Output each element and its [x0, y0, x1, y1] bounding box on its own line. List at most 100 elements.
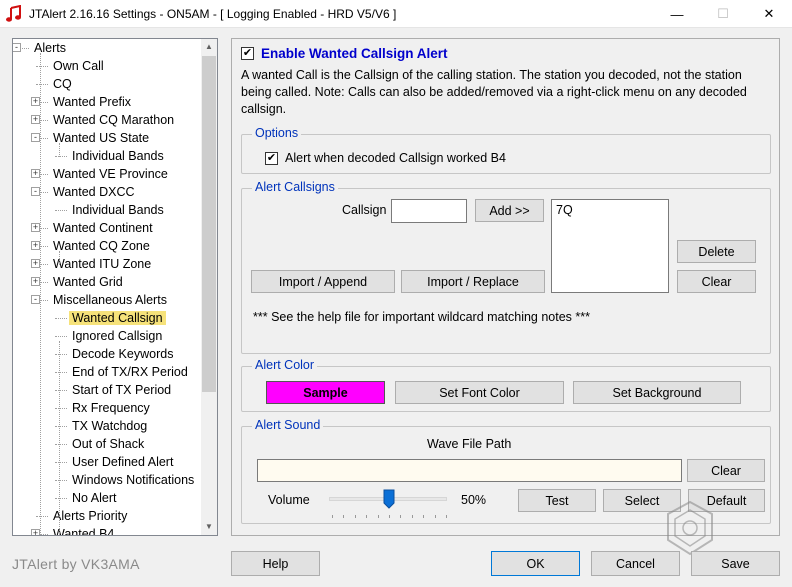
tree-item-label[interactable]: Wanted Continent — [50, 221, 156, 235]
tree-item[interactable]: Rx Frequency — [69, 399, 153, 417]
tree-item[interactable]: TX Watchdog — [69, 417, 150, 435]
tree-item-label[interactable]: Ignored Callsign — [69, 329, 165, 343]
tree-item-label[interactable]: Rx Frequency — [69, 401, 153, 415]
worked-b4-checkbox[interactable]: ✔ — [265, 151, 278, 165]
tree-item[interactable]: CQ — [50, 75, 75, 93]
tree-item-label[interactable]: Wanted DXCC — [50, 185, 138, 199]
tree-item-label[interactable]: Own Call — [50, 59, 107, 73]
callsign-list[interactable]: 7Q — [551, 199, 669, 293]
tree-item[interactable]: Out of Shack — [69, 435, 147, 453]
collapse-icon[interactable]: - — [31, 295, 40, 304]
tree-item[interactable]: Wanted DXCC — [50, 183, 138, 201]
worked-b4-label[interactable]: Alert when decoded Callsign worked B4 — [285, 151, 506, 165]
enable-alert-row[interactable]: ✔ Enable Wanted Callsign Alert — [241, 46, 448, 61]
tree-item-label[interactable]: TX Watchdog — [69, 419, 150, 433]
expand-icon[interactable]: + — [31, 259, 40, 268]
maximize-button[interactable]: ☐ — [700, 0, 746, 28]
tree-item-label[interactable]: User Defined Alert — [69, 455, 176, 469]
tree-item[interactable]: End of TX/RX Period — [69, 363, 191, 381]
tree-item[interactable]: Wanted CQ Zone — [50, 237, 153, 255]
scroll-up-icon[interactable]: ▲ — [201, 39, 217, 55]
import-replace-button[interactable]: Import / Replace — [401, 270, 545, 293]
tree-item[interactable]: Wanted VE Province — [50, 165, 171, 183]
help-button[interactable]: Help — [231, 551, 320, 576]
tree-item[interactable]: Individual Bands — [69, 147, 167, 165]
test-sound-button[interactable]: Test — [518, 489, 596, 512]
clear-sound-button[interactable]: Clear — [687, 459, 765, 482]
tree-item-label[interactable]: Wanted CQ Zone — [50, 239, 153, 253]
tree-scrollbar[interactable]: ▲ ▼ — [201, 39, 217, 535]
tree-item-label[interactable]: Windows Notifications — [69, 473, 197, 487]
wave-file-input[interactable] — [257, 459, 682, 482]
tree-item[interactable]: Individual Bands — [69, 201, 167, 219]
tree-item[interactable]: No Alert — [69, 489, 119, 507]
tree-item[interactable]: Decode Keywords — [69, 345, 176, 363]
tree-item-label[interactable]: Wanted CQ Marathon — [50, 113, 177, 127]
tree-item-label[interactable]: Wanted ITU Zone — [50, 257, 154, 271]
tree-item[interactable]: Wanted ITU Zone — [50, 255, 154, 273]
tree-item-label[interactable]: Wanted B4 — [50, 527, 117, 535]
settings-tree[interactable]: Alerts - Own Call CQ Wanted Prefix + Wanted CQ… — [12, 38, 218, 536]
cancel-button[interactable]: Cancel — [591, 551, 680, 576]
save-button[interactable]: Save — [691, 551, 780, 576]
tree-item-label[interactable]: Individual Bands — [69, 149, 167, 163]
collapse-icon[interactable]: - — [31, 187, 40, 196]
close-button[interactable]: ✕ — [746, 0, 792, 28]
tree-item-label[interactable]: Wanted Prefix — [50, 95, 134, 109]
expand-icon[interactable]: + — [31, 223, 40, 232]
set-background-button[interactable]: Set Background — [573, 381, 741, 404]
tree-item-label[interactable]: Individual Bands — [69, 203, 167, 217]
expand-icon[interactable]: + — [31, 241, 40, 250]
ok-button[interactable]: OK — [491, 551, 580, 576]
tree-item-label[interactable]: Wanted Callsign — [69, 311, 166, 325]
enable-alert-checkbox[interactable]: ✔ — [241, 47, 254, 60]
add-callsign-button[interactable]: Add >> — [475, 199, 544, 222]
tree-item[interactable]: Ignored Callsign — [69, 327, 165, 345]
tree-item[interactable]: Wanted Grid — [50, 273, 126, 291]
tree-item-label[interactable]: CQ — [50, 77, 75, 91]
import-append-button[interactable]: Import / Append — [251, 270, 395, 293]
expand-icon[interactable]: + — [31, 169, 40, 178]
tree-item-label[interactable]: End of TX/RX Period — [69, 365, 191, 379]
tree-item-label[interactable]: Miscellaneous Alerts — [50, 293, 170, 307]
tree-item-label[interactable]: Decode Keywords — [69, 347, 176, 361]
tree-item[interactable]: User Defined Alert — [69, 453, 176, 471]
set-font-color-button[interactable]: Set Font Color — [395, 381, 564, 404]
expand-icon[interactable]: + — [31, 529, 40, 535]
tree-item[interactable]: Wanted B4 — [50, 525, 117, 535]
expand-icon[interactable]: + — [31, 97, 40, 106]
tree-item-label[interactable]: Alerts — [31, 41, 69, 55]
tree-item[interactable]: Wanted Prefix — [50, 93, 134, 111]
tree-item-label[interactable]: Start of TX Period — [69, 383, 174, 397]
volume-slider-thumb[interactable] — [383, 489, 395, 509]
collapse-icon[interactable]: - — [13, 43, 21, 52]
tree-item[interactable]: Wanted Callsign — [69, 309, 166, 327]
expand-icon[interactable]: + — [31, 115, 40, 124]
scroll-down-icon[interactable]: ▼ — [201, 519, 217, 535]
volume-slider[interactable] — [329, 489, 447, 509]
tree-item-label[interactable]: Out of Shack — [69, 437, 147, 451]
list-item[interactable]: 7Q — [556, 203, 664, 217]
tree-item[interactable]: Wanted US State — [50, 129, 152, 147]
tree-item-label[interactable]: Wanted US State — [50, 131, 152, 145]
expand-icon[interactable]: + — [31, 277, 40, 286]
tree-item[interactable]: Wanted Continent — [50, 219, 156, 237]
tree-item-label[interactable]: Alerts Priority — [50, 509, 130, 523]
tree-item[interactable]: Miscellaneous Alerts — [50, 291, 170, 309]
callsign-input[interactable] — [391, 199, 467, 223]
tree-item[interactable]: Wanted CQ Marathon — [50, 111, 177, 129]
tree-item[interactable]: Alerts Priority — [50, 507, 130, 525]
scroll-thumb[interactable] — [202, 56, 216, 392]
tree-item[interactable]: Alerts — [31, 39, 69, 57]
delete-button[interactable]: Delete — [677, 240, 756, 263]
enable-alert-label[interactable]: Enable Wanted Callsign Alert — [261, 46, 448, 61]
tree-item-label[interactable]: No Alert — [69, 491, 119, 505]
tree-item[interactable]: Start of TX Period — [69, 381, 174, 399]
tree-item-label[interactable]: Wanted VE Province — [50, 167, 171, 181]
collapse-icon[interactable]: - — [31, 133, 40, 142]
tree-item-label[interactable]: Wanted Grid — [50, 275, 126, 289]
minimize-button[interactable]: — — [654, 0, 700, 28]
worked-b4-row[interactable]: ✔ Alert when decoded Callsign worked B4 — [265, 151, 506, 165]
clear-callsigns-button[interactable]: Clear — [677, 270, 756, 293]
tree-item[interactable]: Windows Notifications — [69, 471, 197, 489]
